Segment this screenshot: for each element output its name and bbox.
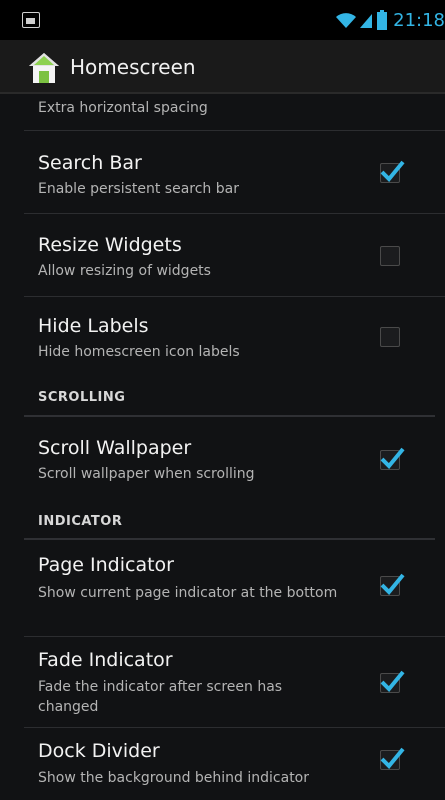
pref-summary: Hide homescreen icon labels — [38, 344, 240, 360]
scroll-wallpaper-checkbox[interactable] — [380, 447, 405, 470]
pref-summary: Fade the indicator after screen has chan… — [38, 679, 283, 715]
search-bar-checkbox[interactable] — [380, 160, 405, 183]
pref-summary: Enable persistent search bar — [38, 181, 239, 197]
list-item-fade-indicator[interactable]: Fade Indicator Fade the indicator after … — [24, 637, 445, 728]
page-title: Homescreen — [70, 55, 196, 79]
image-notification-icon — [22, 12, 40, 28]
section-header-indicator: INDICATOR — [38, 514, 123, 529]
check-icon — [380, 670, 405, 692]
list-item-search-bar[interactable]: Search Bar Enable persistent search bar — [24, 131, 445, 214]
list-item-dock-divider[interactable]: Dock Divider Show the background behind … — [24, 728, 445, 800]
status-icons: 21:18 — [335, 8, 445, 32]
wifi-icon — [336, 13, 357, 28]
check-icon — [380, 573, 405, 595]
home-icon[interactable] — [26, 50, 62, 86]
list-item-hide-labels[interactable]: Hide Labels Hide homescreen icon labels — [24, 297, 445, 379]
check-icon — [380, 747, 405, 769]
list-item-horizontal-spacing[interactable]: Extra horizontal spacing — [24, 94, 445, 131]
check-icon — [380, 447, 405, 469]
pref-summary: Allow resizing of widgets — [38, 263, 211, 279]
pref-title: Dock Divider — [38, 740, 160, 762]
list-item-page-indicator[interactable]: Page Indicator Show current page indicat… — [24, 540, 445, 637]
dock-divider-checkbox[interactable] — [380, 747, 405, 770]
fade-indicator-checkbox[interactable] — [380, 670, 405, 693]
pref-summary: Extra horizontal spacing — [38, 100, 208, 116]
status-bar: 21:18 — [0, 0, 445, 40]
preferences-list[interactable]: Extra horizontal spacing Search Bar Enab… — [0, 94, 445, 800]
pref-summary: Scroll wallpaper when scrolling — [38, 466, 255, 482]
pref-title: Scroll Wallpaper — [38, 437, 192, 459]
page-indicator-checkbox[interactable] — [380, 573, 405, 596]
pref-title: Fade Indicator — [38, 649, 173, 671]
resize-widgets-checkbox[interactable] — [380, 246, 400, 266]
action-bar: Homescreen — [0, 40, 445, 94]
pref-summary: Show the background behind indicator — [38, 770, 310, 786]
hide-labels-checkbox[interactable] — [380, 327, 400, 347]
pref-title: Page Indicator — [38, 554, 174, 576]
pref-title: Search Bar — [38, 152, 142, 174]
signal-icon — [360, 14, 373, 28]
section-header-scrolling: SCROLLING — [38, 390, 126, 405]
check-icon — [380, 160, 405, 182]
battery-icon — [377, 10, 388, 30]
list-item-scroll-wallpaper[interactable]: Scroll Wallpaper Scroll wallpaper when s… — [24, 417, 445, 501]
pref-title: Hide Labels — [38, 315, 149, 337]
pref-title: Resize Widgets — [38, 234, 182, 256]
status-time: 21:18 — [393, 9, 445, 31]
pref-summary: Show current page indicator at the botto… — [38, 585, 338, 601]
list-item-resize-widgets[interactable]: Resize Widgets Allow resizing of widgets — [24, 214, 445, 297]
